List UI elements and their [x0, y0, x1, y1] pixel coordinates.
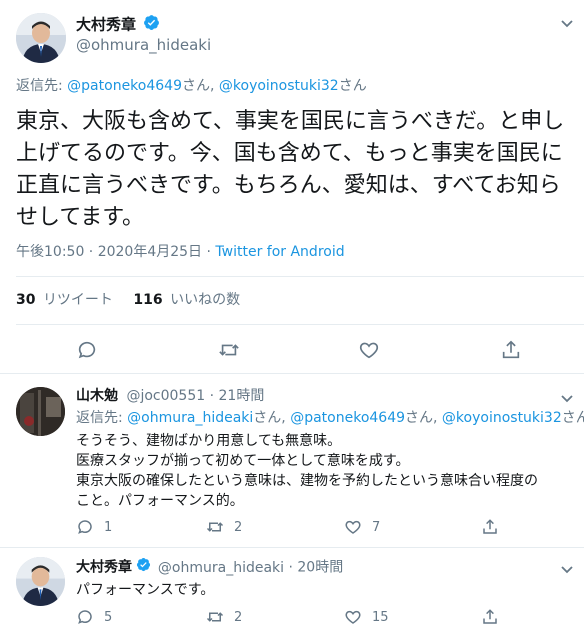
reply-text: そうそう、建物ばかり用意しても無意味。 医療スタッフが揃って初めて一体として意味… [76, 431, 576, 511]
reply-to-suffix-2: さん, [405, 410, 442, 426]
like-count: 15 [372, 609, 389, 625]
like-button[interactable]: 15 [344, 608, 389, 626]
retweet-count: 2 [234, 519, 243, 535]
retweet-label: リツイート [42, 292, 113, 308]
reply-to-link-1[interactable]: @ohmura_hideaki [127, 410, 253, 426]
reply-author-handle[interactable]: @ohmura_hideaki [158, 560, 284, 576]
retweet-count: 30 [16, 292, 36, 308]
like-count: 7 [372, 519, 381, 535]
verified-badge-icon [143, 14, 160, 36]
reply-avatar[interactable] [16, 387, 65, 436]
tweet-timestamp[interactable]: 午後10:50 · 2020年4月25日 [16, 244, 202, 260]
author-handle[interactable]: @ohmura_hideaki [76, 35, 211, 55]
meta-separator: · [202, 244, 216, 260]
divider [16, 324, 584, 325]
reply-to-prefix: 返信先: [76, 410, 123, 426]
like-icon [345, 520, 361, 534]
reply-to-line: 返信先: @patoneko4649さん, @koyoinostuki32さん [16, 76, 367, 96]
avatar-portrait [16, 557, 65, 606]
like-label: いいねの数 [170, 292, 241, 308]
reply-icon [78, 610, 92, 624]
reply-timestamp[interactable]: · 21時間 [210, 388, 265, 404]
reply-button[interactable]: 1 [76, 518, 112, 536]
reply-button[interactable]: 5 [76, 608, 112, 626]
retweet-button[interactable]: 2 [206, 608, 242, 626]
like-icon [359, 342, 379, 359]
reply-to-suffix-1: さん, [181, 78, 219, 94]
retweet-count: 2 [234, 609, 243, 625]
retweet-icon [206, 612, 224, 622]
retweet-button[interactable]: 2 [206, 518, 242, 536]
reply-text-line: こと。パフォーマンス的。 [76, 493, 244, 509]
like-stat[interactable]: 116 いいねの数 [133, 292, 240, 308]
share-button[interactable] [500, 339, 522, 361]
reply-to-link-3[interactable]: @koyoinostuki32 [442, 410, 562, 426]
reply-count: 1 [104, 519, 113, 535]
reply-author-name[interactable]: 山木勉 [76, 388, 118, 404]
tweet-meta: 午後10:50 · 2020年4月25日 · Twitter for Andro… [16, 242, 345, 262]
retweet-icon [219, 344, 239, 356]
retweet-stat[interactable]: 30 リツイート [16, 292, 117, 308]
reply-to-suffix-1: さん, [253, 410, 291, 426]
reply-avatar[interactable] [16, 557, 65, 606]
reply-text-line: そうそう、建物ばかり用意しても無意味。 [76, 433, 342, 449]
like-count: 116 [133, 292, 163, 308]
reply-to-line: 返信先: @ohmura_hideakiさん, @patoneko4649さん,… [76, 408, 584, 428]
share-button[interactable] [481, 518, 499, 536]
reply-timestamp[interactable]: · 20時間 [288, 560, 343, 576]
chevron-down-icon[interactable] [560, 389, 574, 408]
reply-text-line: 医療スタッフが揃って初めて一体として意味を成す。 [76, 453, 410, 469]
retweet-button[interactable] [218, 339, 240, 361]
author-avatar[interactable] [16, 13, 66, 63]
reply-header: 山木勉 @joc00551 · 21時間 [76, 386, 264, 406]
share-icon [483, 519, 497, 534]
divider [16, 276, 584, 277]
reply-author-handle[interactable]: @joc00551 [126, 388, 205, 404]
share-icon [483, 609, 497, 624]
reply-to-link-2[interactable]: @koyoinostuki32 [219, 78, 339, 94]
retweet-icon [206, 522, 224, 532]
tweet-stats: 30 リツイート 116 いいねの数 [16, 290, 240, 310]
like-icon [345, 610, 361, 624]
reply-header: 大村秀章 @ohmura_hideaki · 20時間 [76, 557, 343, 578]
reply-icon [78, 520, 92, 534]
reply-count: 5 [104, 609, 113, 625]
like-button[interactable] [358, 339, 380, 361]
divider [0, 373, 584, 374]
share-button[interactable] [481, 608, 499, 626]
like-button[interactable]: 7 [344, 518, 380, 536]
reply-to-prefix: 返信先: [16, 78, 63, 94]
chevron-down-icon[interactable] [560, 560, 574, 579]
avatar-photo [16, 387, 65, 436]
tweet-source-link[interactable]: Twitter for Android [215, 244, 344, 260]
reply-icon [78, 341, 96, 359]
reply-text-line: 東京大阪の確保したという意味は、建物を予約したという意味合い程度の [76, 473, 538, 489]
reply-to-suffix-3: さん [561, 410, 584, 426]
divider [0, 547, 584, 548]
tweet-text: 東京、大阪も含めて、事実を国民に言うべきだ。と申し上げてるのです。今、国も含めて… [16, 109, 565, 230]
share-icon [502, 340, 520, 359]
author-name[interactable]: 大村秀章 [76, 16, 136, 34]
reply-text: パフォーマンスです。 [76, 582, 215, 598]
reply-to-link-2[interactable]: @patoneko4649 [290, 410, 405, 426]
verified-badge-icon [136, 557, 151, 578]
reply-button[interactable] [76, 339, 98, 361]
reply-author-name[interactable]: 大村秀章 [76, 560, 132, 576]
avatar-portrait [16, 13, 66, 63]
reply-to-suffix-2: さん [338, 78, 367, 94]
reply-to-link-1[interactable]: @patoneko4649 [67, 78, 182, 94]
chevron-down-icon[interactable] [560, 14, 574, 33]
